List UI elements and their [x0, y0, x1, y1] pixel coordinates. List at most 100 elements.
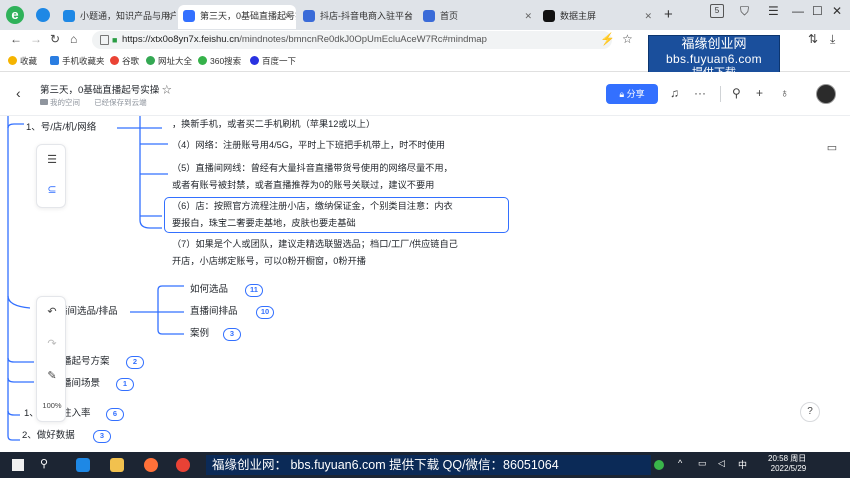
windows-start-icon[interactable] — [12, 459, 24, 471]
help-icon[interactable]: ? — [800, 402, 820, 422]
sort-icon[interactable]: ⇅ — [808, 32, 818, 46]
close-icon[interactable]: ✕ — [404, 5, 412, 27]
node-live-arrange[interactable]: 直播间排品 — [190, 304, 238, 320]
back-icon[interactable]: ← — [10, 32, 22, 46]
child-count-badge[interactable]: 2 — [126, 356, 144, 369]
more-icon[interactable]: ··· — [694, 86, 706, 100]
tab-home[interactable]: 首页 ✕ — [418, 5, 536, 29]
plus-icon[interactable]: + — [756, 86, 763, 100]
globe-icon — [146, 56, 155, 65]
format-painter-icon[interactable]: ✎ — [37, 369, 67, 382]
branch-qihao-plan[interactable]: 播起号方案 — [62, 354, 110, 370]
network-icon[interactable]: ▭ — [698, 458, 707, 469]
bookmark-hao[interactable]: 网址大全 — [146, 55, 192, 67]
search-icon[interactable]: ⚲ — [732, 86, 741, 100]
chrome-icon[interactable] — [176, 458, 190, 472]
tab-data-screen[interactable]: 数据主屏 ✕ — [538, 5, 656, 29]
minimize-button[interactable]: — — [792, 4, 804, 18]
doc-subtitle: 我的空间 已经保存到云端 — [40, 97, 147, 108]
reload-icon[interactable]: ↻ — [50, 32, 60, 46]
close-icon[interactable]: ✕ — [644, 5, 652, 27]
bookmark-favorites[interactable]: 收藏 — [8, 55, 37, 67]
volume-icon[interactable]: ◁ — [718, 458, 725, 469]
tab-xiaoetong[interactable]: 小题通，知识产品与用户 ✕ — [58, 5, 176, 29]
home-icon[interactable]: ⌂ — [70, 32, 77, 46]
wechat-icon[interactable] — [654, 460, 664, 470]
360-icon — [198, 56, 207, 65]
star-icon[interactable]: ☆ — [162, 85, 172, 96]
outline-icon[interactable]: ☰ — [37, 153, 67, 166]
child-count-badge[interactable]: 3 — [223, 328, 241, 341]
url-path: /mindnotes/bmncnRe0dkJ0OpUmEcluAceW7Rc#m… — [239, 34, 487, 45]
node-para-cable-2[interactable]: 或者有账号被封禁，或者直播推荐为0的账号关联过，建议不要用 — [172, 177, 434, 194]
child-count-badge[interactable]: 6 — [106, 408, 124, 421]
child-count-badge[interactable]: 11 — [245, 284, 263, 297]
node-case[interactable]: 案例 — [190, 326, 209, 342]
node-para-shop-2[interactable]: 要报白，珠宝二奢要走基地，皮肤也要走基础 — [172, 215, 356, 232]
tab-counter[interactable]: 5 — [710, 4, 724, 18]
close-window-button[interactable]: ✕ — [832, 4, 842, 18]
bookmark-google[interactable]: 谷歌 — [110, 55, 139, 67]
lightbulb-icon[interactable]: ♁ — [780, 86, 789, 100]
page-icon — [100, 35, 109, 45]
zoom-level[interactable]: 100% — [37, 401, 67, 410]
child-count-badge[interactable]: 3 — [93, 430, 111, 443]
search-icon[interactable]: ⚲ — [40, 457, 48, 470]
tab-mindnote[interactable]: 第三天，0基础直播起号实操 ✕ — [178, 5, 296, 29]
maximize-button[interactable]: ☐ — [812, 4, 823, 18]
branch-do-data[interactable]: 2、做好数据 — [22, 428, 75, 444]
browser-logo-icon[interactable]: e — [6, 6, 24, 24]
close-icon[interactable]: ✕ — [164, 5, 172, 27]
tab-favicon-icon — [183, 10, 195, 22]
url-input[interactable]: ■ https://xtx0o8yn7x.feishu.cn/mindnotes… — [92, 31, 612, 49]
node-how-to-select[interactable]: 如何选品 — [190, 282, 228, 298]
node-para-shop-1[interactable]: （6）店：按照官方流程注册小店，缴纳保证金，个别类目注意：内衣 — [172, 198, 453, 215]
comment-icon[interactable]: ▭ — [822, 138, 842, 158]
branch-live-scene[interactable]: 播间场景 — [62, 376, 100, 392]
forward-icon[interactable]: → — [30, 32, 42, 46]
download-icon[interactable]: ⤓ — [830, 32, 835, 47]
lock-icon: 🔒︎ — [619, 89, 625, 99]
node-para-phone[interactable]: ，换新手机，或者买二手机刷机（苹果12或以上） — [172, 116, 375, 133]
url-host: https://xtx0o8yn7x.feishu.cn — [122, 34, 240, 45]
share-button[interactable]: 🔒︎ 分享 — [606, 84, 658, 104]
chevron-up-icon[interactable]: ^ — [678, 458, 682, 468]
firefox-icon[interactable] — [144, 458, 158, 472]
child-count-badge[interactable]: 1 — [116, 378, 134, 391]
close-icon[interactable]: ✕ — [284, 5, 292, 27]
menu-icon[interactable]: ☰ — [768, 4, 779, 18]
ime-icon[interactable]: 中 — [738, 458, 747, 471]
mindmap-canvas[interactable]: 1、号/店/机/网络 ，换新手机，或者买二手机刷机（苹果12或以上） （4）网络… — [0, 116, 850, 452]
ie-icon[interactable] — [76, 458, 90, 472]
back-chevron-icon[interactable]: ‹ — [16, 85, 21, 101]
extension-icon[interactable]: ⚡ — [600, 32, 615, 46]
mindmap-icon[interactable]: ⊆ — [37, 183, 67, 196]
explorer-icon[interactable] — [110, 458, 124, 472]
bell-icon[interactable]: ♫ — [670, 86, 679, 100]
tab-favicon-icon — [423, 10, 435, 22]
node-para-cable-1[interactable]: （5）直播间网线：曾经有大量抖音直播带货号使用的网络尽量不用， — [172, 160, 453, 177]
watermark-bar: 福缘创业网： bbs.fuyuan6.com 提供下载 QQ/微信：860510… — [206, 455, 651, 475]
node-para-team-2[interactable]: 开店，小店绑定账号，可以0粉开橱窗，0粉开播 — [172, 253, 366, 270]
branch-hao-dian-ji-wangluo[interactable]: 1、号/店/机/网络 — [26, 120, 96, 136]
redo-icon[interactable]: ↷ — [37, 337, 67, 350]
tab-doudian[interactable]: 抖店-抖音电商入驻平台 ✕ — [298, 5, 416, 29]
avatar[interactable] — [816, 84, 836, 104]
paw-icon — [250, 56, 259, 65]
bookmark-baidu[interactable]: 百度一下 — [250, 55, 296, 67]
folder-icon — [50, 56, 59, 65]
lock-icon: ■ — [112, 35, 118, 45]
undo-icon[interactable]: ↶ — [37, 305, 67, 318]
child-count-badge[interactable]: 10 — [256, 306, 274, 319]
new-tab-button[interactable]: + — [664, 6, 673, 23]
bookmark-mobile[interactable]: 手机收藏夹 — [50, 55, 105, 67]
doc-title[interactable]: 第三天，0基础直播起号实操 ☆ — [40, 82, 171, 96]
bookmark-360[interactable]: 360搜索 — [198, 55, 241, 67]
tab-list-icon[interactable] — [36, 8, 50, 22]
star-icon[interactable]: ☆ — [622, 32, 633, 46]
node-para-network[interactable]: （4）网络：注册账号用4/5G，平时上下班把手机带上，时不时使用 — [172, 137, 445, 154]
system-clock[interactable]: 20:58 周日 2022/5/29 — [768, 454, 806, 474]
close-icon[interactable]: ✕ — [524, 5, 532, 27]
shirt-icon[interactable]: ⛉ — [740, 4, 749, 19]
node-para-team-1[interactable]: （7）如果是个人或团队，建议走精选联盟选品；档口/工厂/供应链自己 — [172, 236, 458, 253]
